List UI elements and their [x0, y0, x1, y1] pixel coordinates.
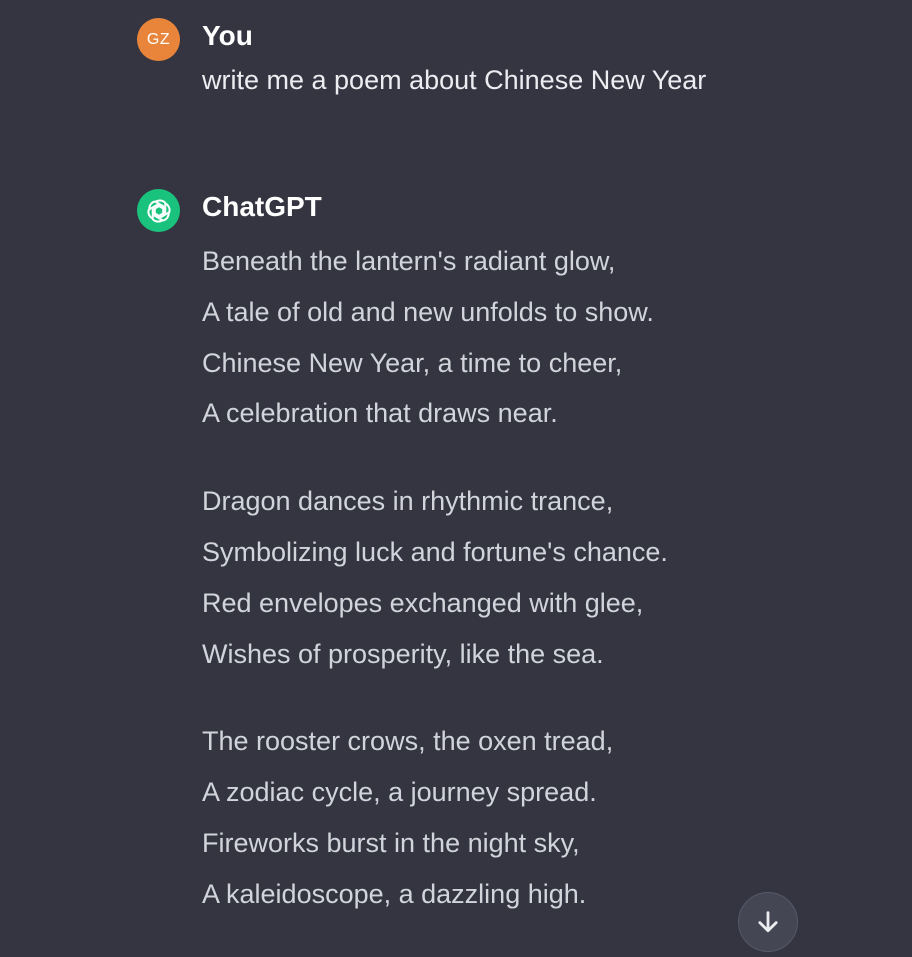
poem-line: Fireworks burst in the night sky, [202, 827, 580, 858]
user-avatar-initials: GZ [146, 30, 171, 48]
poem-line: Red envelopes exchanged with glee, [202, 587, 644, 618]
poem-line: Beneath the lantern's radiant glow, [202, 246, 616, 276]
chat-page: GZ You write me a poem about Chinese New… [0, 0, 912, 957]
poem-line: Chinese New Year, a time to cheer, [202, 347, 623, 378]
poem-line: A zodiac cycle, a journey spread. [202, 777, 597, 808]
user-message: write me a poem about Chinese New Year [202, 65, 707, 95]
arrow-down-icon [758, 911, 778, 933]
poem-line: Wishes of prosperity, like the sea. [202, 638, 604, 669]
poem-line: A tale of old and new unfolds to show. [202, 296, 654, 327]
openai-logo-icon [146, 198, 171, 223]
poem-line: A kaleidoscope, a dazzling high. [202, 878, 587, 909]
poem-line: Dragon dances in rhythmic trance, [202, 486, 614, 517]
scroll-to-bottom-button[interactable] [738, 892, 798, 952]
poem-line: Symbolizing luck and fortune's chance. [202, 536, 668, 567]
poem-line: A celebration that draws near. [202, 398, 558, 429]
user-avatar: GZ [137, 18, 180, 61]
poem-stanza: Beneath the lantern's radiant glow, A ta… [202, 236, 668, 439]
chatgpt-author-name: ChatGPT [202, 191, 322, 222]
chatgpt-avatar [137, 189, 180, 232]
poem-line: The rooster crows, the oxen tread, [202, 726, 614, 757]
assistant-message: Beneath the lantern's radiant glow, A ta… [202, 236, 668, 957]
poem-stanza: The rooster crows, the oxen tread, A zod… [202, 716, 668, 919]
user-author-name: You [202, 20, 253, 51]
poem-stanza: Dragon dances in rhythmic trance, Symbol… [202, 476, 668, 679]
